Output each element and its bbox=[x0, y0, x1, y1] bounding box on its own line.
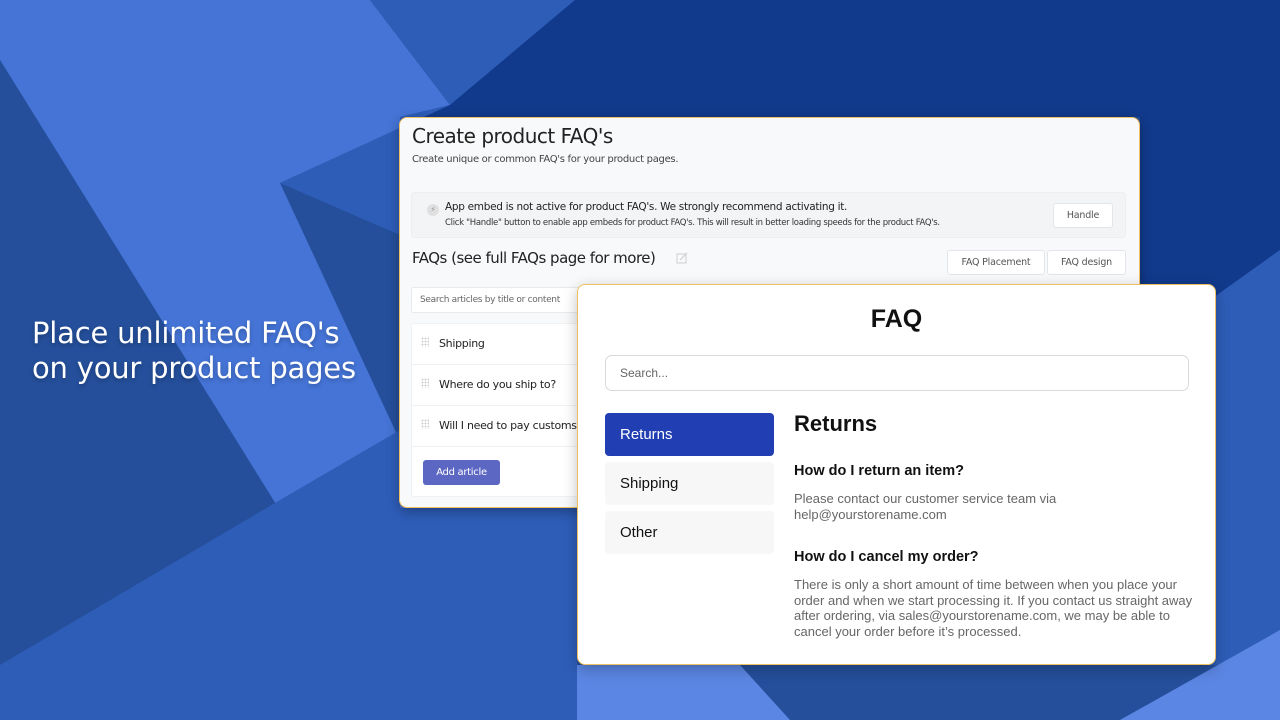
faq-answer: Please contact our customer service team… bbox=[794, 491, 1057, 522]
category-shipping[interactable]: Shipping bbox=[605, 462, 774, 505]
drag-handle-icon[interactable] bbox=[421, 419, 429, 429]
category-other[interactable]: Other bbox=[605, 511, 774, 554]
alert-body: Click "Handle" button to enable app embe… bbox=[445, 218, 940, 228]
faq-answer: There is only a short amount of time bet… bbox=[794, 577, 1193, 639]
drag-handle-icon[interactable] bbox=[421, 378, 429, 388]
faq-title: FAQ bbox=[870, 305, 923, 333]
alert-title: App embed is not active for product FAQ'… bbox=[445, 201, 848, 213]
article-title: Where do you ship to? bbox=[439, 378, 556, 391]
faq-design-button[interactable]: FAQ design bbox=[1047, 250, 1126, 275]
page-subtitle: Create unique or common FAQ's for your p… bbox=[412, 154, 679, 165]
page-title: Create product FAQ's bbox=[412, 124, 613, 148]
article-title: Shipping bbox=[439, 337, 485, 350]
add-article-button[interactable]: Add article bbox=[423, 460, 500, 485]
storefront-faq-preview: FAQ Search... Returns Shipping Other Ret… bbox=[577, 284, 1216, 665]
faq-placement-button[interactable]: FAQ Placement bbox=[947, 250, 1045, 275]
handle-button[interactable]: Handle bbox=[1053, 203, 1113, 228]
hero-line-2: on your product pages bbox=[32, 351, 356, 385]
faqs-heading: FAQs (see full FAQs page for more) bbox=[412, 249, 656, 267]
hero-text: Place unlimited FAQ's on your product pa… bbox=[32, 316, 356, 386]
faq-question[interactable]: How do I cancel my order? bbox=[794, 549, 979, 565]
section-title: Returns bbox=[794, 411, 878, 436]
edit-icon[interactable] bbox=[676, 252, 688, 264]
bolt-icon: ⚡︎ bbox=[427, 204, 439, 216]
category-returns[interactable]: Returns bbox=[605, 413, 774, 456]
drag-handle-icon[interactable] bbox=[421, 337, 429, 347]
hero-line-1: Place unlimited FAQ's bbox=[32, 316, 340, 350]
app-embed-alert: ⚡︎ App embed is not active for product F… bbox=[411, 192, 1126, 238]
faq-question[interactable]: How do I return an item? bbox=[794, 463, 964, 479]
faq-search-input[interactable]: Search... bbox=[605, 355, 1189, 391]
edit-icon-glyph bbox=[676, 252, 688, 264]
